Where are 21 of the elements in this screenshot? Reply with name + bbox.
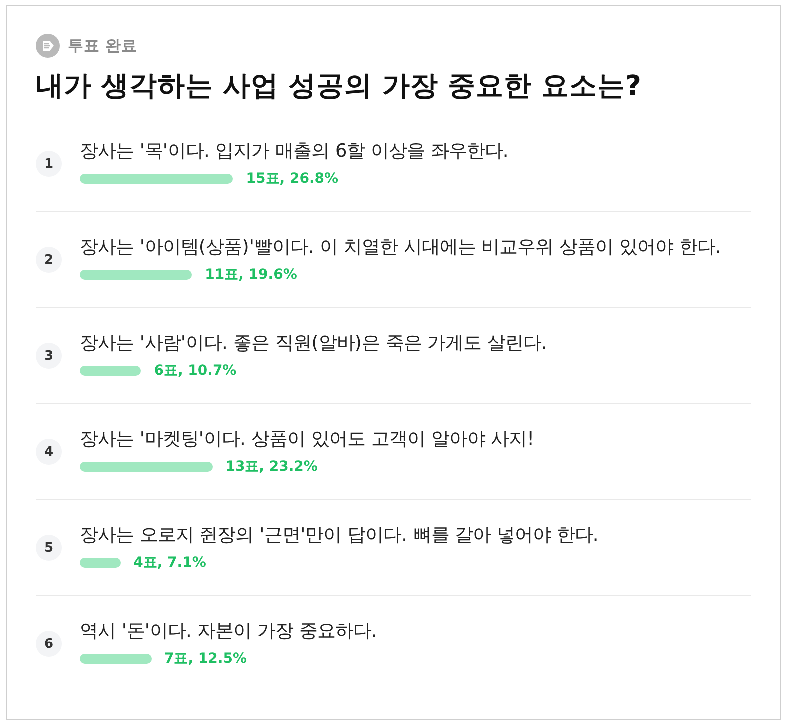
option-text: 장사는 '아이템(상품)'빨이다. 이 치열한 시대에는 비교우위 상품이 있어야 한다. — [80, 236, 722, 260]
option-number: 4 — [36, 439, 62, 465]
option-text: 역시 '돈'이다. 자본이 가장 중요하다. — [80, 620, 378, 644]
vote-result: 6표, 10.7% — [154, 362, 237, 381]
vote-result: 15표, 26.8% — [246, 170, 339, 189]
tag-icon — [36, 34, 60, 58]
option-text: 장사는 오로지 쥔장의 '근면'만이 답이다. 뼈를 갈아 넣어야 한다. — [80, 524, 599, 548]
vote-result: 11표, 19.6% — [205, 266, 298, 285]
option-number: 5 — [36, 535, 62, 561]
status-label: 투표 완료 — [68, 36, 138, 57]
option-text: 장사는 '사람'이다. 좋은 직원(알바)은 죽은 가게도 살린다. — [80, 332, 548, 356]
vote-result: 4표, 7.1% — [134, 554, 206, 573]
vote-result: 13표, 23.2% — [226, 458, 318, 477]
option-number: 1 — [36, 151, 62, 177]
option-text: 장사는 '마켓팅'이다. 상품이 있어도 고객이 알아야 사지! — [80, 428, 535, 452]
option-text: 장사는 '목'이다. 입지가 매출의 6할 이상을 좌우한다. — [80, 140, 509, 164]
option-number: 2 — [36, 247, 62, 273]
poll-question: 내가 생각하는 사업 성공의 가장 중요한 요소는? — [36, 70, 642, 102]
option-number: 6 — [36, 631, 62, 657]
vote-result: 7표, 12.5% — [164, 650, 248, 669]
option-number: 3 — [36, 343, 62, 369]
